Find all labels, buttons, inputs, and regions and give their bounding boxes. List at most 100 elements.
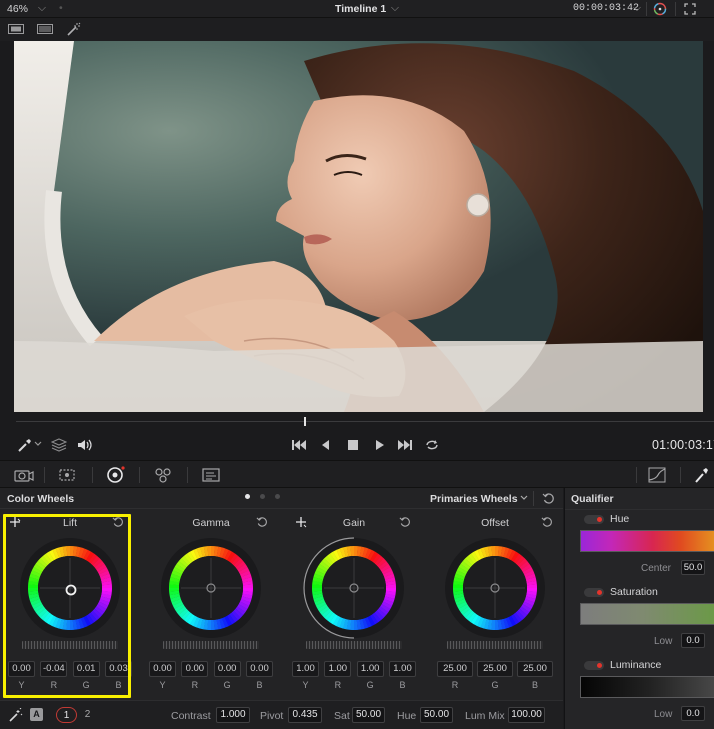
luminance-label: Luminance (610, 659, 662, 671)
lift-master-wheel[interactable] (22, 641, 118, 649)
eyedropper-icon[interactable] (17, 438, 33, 452)
gain-b-value[interactable]: 1.00 (388, 661, 416, 677)
pivot-label: Pivot (260, 710, 284, 722)
page-dot[interactable] (260, 494, 265, 499)
gamma-r-value[interactable]: 0.00 (181, 661, 209, 677)
curves-icon[interactable] (648, 467, 666, 483)
page-2-button[interactable]: 2 (77, 707, 98, 723)
prev-frame-icon[interactable] (320, 439, 332, 451)
offset-master-wheel[interactable] (447, 641, 543, 649)
saturation-label: Saturation (610, 586, 658, 598)
gamma-b-value[interactable]: 0.00 (245, 661, 273, 677)
audio-icon[interactable] (77, 438, 93, 452)
offset-b-value[interactable]: 25.00 (517, 661, 553, 677)
hue-field[interactable]: 50.00 (420, 707, 453, 723)
gain-g-value[interactable]: 1.00 (356, 661, 384, 677)
viewer-topbar: 46% ⌵ • Timeline 1 ⌵ 00:00:03:42 ⌵ (0, 0, 714, 18)
color-wheel-icon[interactable] (653, 2, 667, 16)
magic-wand-icon[interactable] (66, 22, 82, 36)
luminance-toggle[interactable] (584, 661, 604, 670)
hue-toggle[interactable] (584, 515, 604, 524)
saturation-low-field[interactable]: 0.0 (681, 633, 705, 648)
page-1-button[interactable]: 1 (56, 707, 77, 723)
viewer-image[interactable] (14, 41, 703, 412)
channel-label: B (115, 680, 122, 690)
reset-icon[interactable] (399, 516, 411, 528)
channel-label: Y (302, 680, 309, 690)
last-frame-icon[interactable] (397, 439, 413, 451)
play-icon[interactable] (374, 439, 386, 451)
channel-label: Y (18, 680, 25, 690)
qualifier-eyedropper-icon[interactable] (693, 466, 709, 484)
reset-icon[interactable] (542, 492, 555, 505)
luminance-range-bar[interactable] (580, 676, 714, 698)
hdr-wheels-icon[interactable] (153, 466, 173, 484)
first-frame-icon[interactable] (291, 439, 307, 451)
chevron-down-icon[interactable]: ⌵ (391, 2, 399, 15)
gain-y-value[interactable]: 1.00 (292, 661, 319, 677)
chevron-down-icon[interactable]: ⌵ (633, 2, 641, 15)
hue-label: Hue (610, 513, 630, 525)
color-wheels-tab-icon[interactable] (105, 466, 125, 484)
layers-icon[interactable] (51, 438, 67, 452)
gain-master-wheel[interactable] (306, 641, 402, 649)
offset-g-value[interactable]: 25.00 (477, 661, 513, 677)
divider (675, 2, 676, 16)
lift-wheel-column: Lift 0.00 -0.04 0.01 0.03 Y R G B (0, 510, 140, 698)
pivot-field[interactable]: 0.435 (288, 707, 322, 723)
contrast-field[interactable]: 1.000 (216, 707, 250, 723)
reset-icon[interactable] (541, 516, 553, 528)
chevron-down-icon[interactable] (34, 441, 42, 447)
lift-g-value[interactable]: 0.01 (72, 661, 100, 677)
timeline-title[interactable]: Timeline 1 (335, 3, 386, 15)
scrub-bar[interactable] (16, 421, 714, 422)
channel-label: B (256, 680, 263, 690)
hue-range-bar[interactable] (580, 530, 714, 552)
lift-b-value[interactable]: 0.03 (104, 661, 132, 677)
offset-r-value[interactable]: 25.00 (437, 661, 473, 677)
channel-label: R (191, 680, 199, 690)
color-match-icon[interactable] (58, 467, 76, 483)
offset-color-wheel[interactable] (441, 534, 549, 642)
gain-r-value[interactable]: 1.00 (324, 661, 352, 677)
chevron-down-icon[interactable]: ⌵ (38, 2, 46, 15)
page-dot[interactable] (275, 494, 280, 499)
gamma-y-value[interactable]: 0.00 (149, 661, 176, 677)
stop-icon[interactable] (347, 439, 359, 451)
gamma-wheel-column: Gamma 0.00 0.00 0.00 0.00 Y R G B (141, 510, 281, 698)
camera-raw-icon[interactable] (12, 467, 34, 483)
lift-y-value[interactable]: 0.00 (8, 661, 35, 677)
separator-dot: • (59, 2, 63, 14)
auto-balance-icon[interactable] (8, 708, 24, 722)
page-dot-active[interactable] (245, 494, 250, 499)
saturation-toggle[interactable] (584, 588, 604, 597)
lift-r-value[interactable]: -0.04 (40, 661, 68, 677)
wheels-mode-dropdown[interactable]: Primaries Wheels (430, 493, 518, 505)
gamma-color-wheel[interactable] (157, 534, 265, 642)
auto-color-button[interactable]: A (30, 708, 43, 721)
sat-label: Sat (334, 710, 350, 722)
rgb-mixer-icon[interactable] (201, 467, 221, 483)
loop-icon[interactable] (424, 438, 440, 452)
fullscreen-icon[interactable] (684, 3, 696, 15)
viewer-layout-icon[interactable] (8, 24, 24, 34)
zoom-level[interactable]: 46% (7, 3, 28, 15)
playhead[interactable] (304, 417, 306, 426)
chevron-down-icon[interactable] (520, 495, 528, 501)
viewer-toolbar (0, 18, 714, 41)
gamma-g-value[interactable]: 0.00 (213, 661, 241, 677)
gamma-master-wheel[interactable] (163, 641, 259, 649)
reset-icon[interactable] (256, 516, 268, 528)
panel-title: Color Wheels (7, 493, 75, 505)
split-screen-icon[interactable] (37, 24, 53, 34)
saturation-low-label: Low (654, 636, 673, 647)
sat-field[interactable]: 50.00 (352, 707, 385, 723)
hue-center-field[interactable]: 50.0 (681, 560, 705, 575)
lift-color-wheel[interactable] (16, 534, 124, 642)
saturation-range-bar[interactable] (580, 603, 714, 625)
gain-wheel-column: Gain 1.00 1.00 1.00 1.00 Y R G B (284, 510, 424, 698)
gain-color-wheel[interactable] (300, 534, 408, 642)
lum-mix-field[interactable]: 100.00 (508, 707, 545, 723)
luminance-low-field[interactable]: 0.0 (681, 706, 705, 721)
reset-icon[interactable] (112, 516, 124, 528)
